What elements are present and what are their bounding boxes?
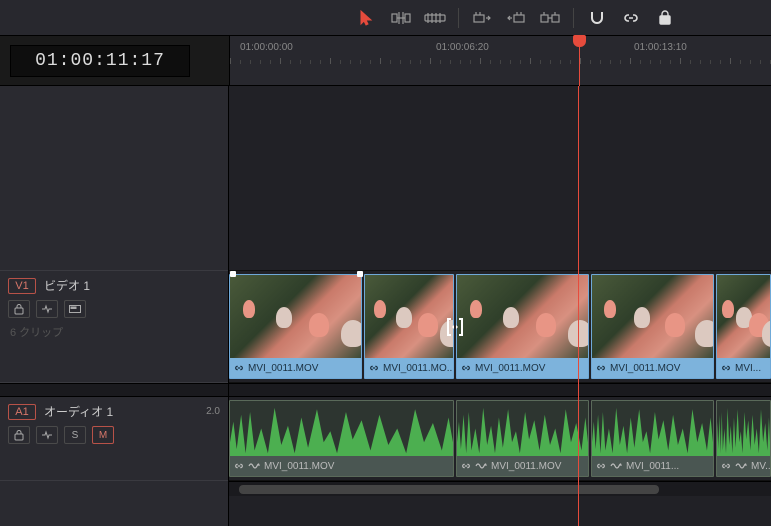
audio-track-channels: 2.0: [206, 406, 220, 417]
clip-label: MVI_0011.MO...: [365, 358, 453, 378]
track-auto-select[interactable]: [36, 426, 58, 444]
clip-marker: [357, 271, 363, 277]
lock-toggle[interactable]: [648, 4, 682, 32]
timecode-display[interactable]: 01:00:11:17: [10, 45, 190, 77]
video-clip[interactable]: MVI_0011.MOV: [591, 274, 714, 379]
track-lock-button[interactable]: [8, 300, 30, 318]
audio-clip[interactable]: MVI_0011.MOV: [456, 400, 589, 477]
toolbar: [0, 0, 771, 36]
audio-track-header[interactable]: A1 オーディオ 1 2.0 S M: [0, 397, 228, 481]
audio-clip[interactable]: MVI_0011.MOV: [229, 400, 454, 477]
insert-tool[interactable]: [418, 4, 452, 32]
ruler-timestamp: 01:00:06:20: [436, 42, 489, 53]
blade-tool[interactable]: [384, 4, 418, 32]
track-headers: V1 ビデオ 1 6 クリップ: [0, 86, 229, 526]
timeline-spacer: [229, 86, 771, 271]
toolbar-separator: [458, 8, 459, 28]
video-track-clip-count: 6 クリップ: [8, 324, 220, 340]
clip-label: MVI_0011...: [592, 456, 713, 476]
clip-label: MVI_0011.MOV: [457, 456, 588, 476]
audio-track-label: オーディオ 1: [44, 403, 113, 420]
audio-track-badge[interactable]: A1: [8, 404, 36, 420]
clip-label: MVI_0011.MOV: [592, 358, 713, 378]
trim-start-tool[interactable]: [465, 4, 499, 32]
track-auto-select[interactable]: [36, 300, 58, 318]
clip-label: MV...: [717, 456, 770, 476]
toolbar-separator: [573, 8, 574, 28]
track-thumbnail-toggle[interactable]: [64, 300, 86, 318]
scrollbar-thumb[interactable]: [239, 485, 659, 494]
selection-tool[interactable]: [350, 4, 384, 32]
ruler-timestamp: 01:00:00:00: [240, 42, 293, 53]
video-clip[interactable]: MVI_0011.MOV: [229, 274, 362, 379]
horizontal-scrollbar[interactable]: [229, 481, 771, 496]
timecode-container: 01:00:11:17: [0, 36, 229, 85]
timeline-ruler[interactable]: 01:00:00:00 01:00:06:20 01:00:13:10: [229, 36, 771, 85]
video-clip[interactable]: MVI...: [716, 274, 771, 379]
link-toggle[interactable]: [614, 4, 648, 32]
playhead[interactable]: [578, 86, 579, 526]
ruler-timestamp: 01:00:13:10: [634, 42, 687, 53]
audio-clip[interactable]: MV...: [716, 400, 771, 477]
clip-label: MVI...: [717, 358, 770, 378]
audio-track-row[interactable]: MVI_0011.MOVMVI_0011.MOVMVI_0011...MV...: [229, 397, 771, 481]
video-clip[interactable]: MVI_0011.MO...: [364, 274, 454, 379]
clip-marker: [230, 271, 236, 277]
video-track-badge[interactable]: V1: [8, 278, 36, 294]
video-track-row[interactable]: MVI_0011.MOVMVI_0011.MO...MVI_0011.MOVMV…: [229, 271, 771, 383]
clip-label: MVI_0011.MOV: [457, 358, 588, 378]
snap-toggle[interactable]: [580, 4, 614, 32]
trim-end-tool[interactable]: [499, 4, 533, 32]
track-header-spacer: [0, 86, 228, 271]
video-track-label: ビデオ 1: [44, 277, 90, 294]
timeline-content[interactable]: MVI_0011.MOVMVI_0011.MO...MVI_0011.MOVMV…: [229, 86, 771, 526]
solo-button[interactable]: S: [64, 426, 86, 444]
playhead-marker[interactable]: [579, 36, 580, 86]
mute-button[interactable]: M: [92, 426, 114, 444]
track-lock-button[interactable]: [8, 426, 30, 444]
track-divider-content[interactable]: [229, 383, 771, 397]
clip-label: MVI_0011.MOV: [230, 358, 361, 378]
track-divider[interactable]: [0, 383, 228, 397]
clip-label: MVI_0011.MOV: [230, 456, 453, 476]
video-track-header[interactable]: V1 ビデオ 1 6 クリップ: [0, 271, 228, 383]
audio-clip[interactable]: MVI_0011...: [591, 400, 714, 477]
transition-tool[interactable]: [533, 4, 567, 32]
video-clip[interactable]: MVI_0011.MOV: [456, 274, 589, 379]
